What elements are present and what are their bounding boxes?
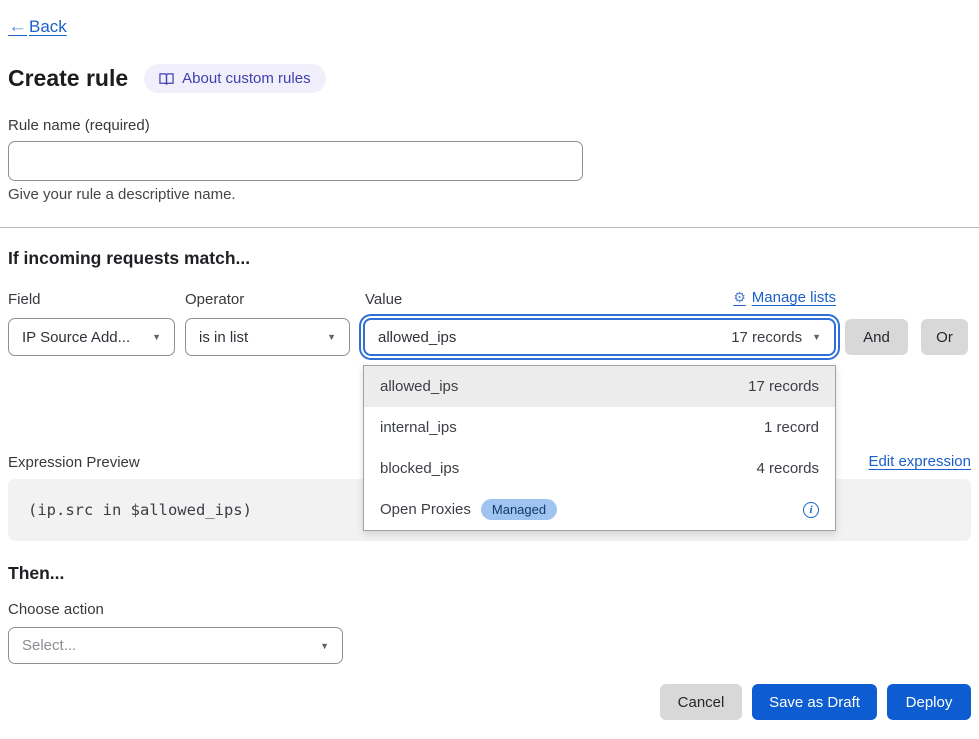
back-link[interactable]: ← Back [8,16,67,38]
list-item[interactable]: allowed_ips 17 records [364,366,835,407]
list-item[interactable]: blocked_ips 4 records [364,448,835,489]
managed-badge: Managed [481,499,557,520]
save-as-draft-button[interactable]: Save as Draft [752,684,877,720]
value-select[interactable]: allowed_ips 17 records ▼ [363,318,836,356]
create-rule-page: ← Back Create rule About custom rules Ru… [0,0,979,739]
edit-expression-link[interactable]: Edit expression [868,453,971,470]
cancel-button[interactable]: Cancel [660,684,742,720]
back-arrow-icon: ← [8,16,27,38]
list-item-meta: 1 record [764,419,819,436]
and-button[interactable]: And [845,319,908,355]
section-divider [0,227,979,228]
value-select-meta: 17 records [731,329,802,346]
about-custom-rules-link[interactable]: About custom rules [144,64,325,93]
action-select-placeholder: Select... [22,637,76,654]
value-label: Value [365,291,402,308]
list-item-name: internal_ips [380,419,457,436]
rule-name-input[interactable] [8,141,583,181]
list-item-meta: 4 records [756,460,819,477]
field-select[interactable]: IP Source Add... ▼ [8,318,175,356]
list-item-meta: i [803,502,819,518]
field-select-value: IP Source Add... [22,329,130,346]
then-section-heading: Then... [8,563,64,584]
title-row: Create rule About custom rules [8,64,326,93]
list-item[interactable]: Open ProxiesManaged i [364,489,835,530]
list-item-meta: 17 records [748,378,819,395]
match-section-heading: If incoming requests match... [8,248,250,269]
expression-code: (ip.src in $allowed_ips) [8,501,252,519]
page-title: Create rule [8,65,128,92]
or-button[interactable]: Or [921,319,968,355]
operator-label: Operator [185,291,244,308]
list-item-name: allowed_ips [380,378,458,395]
value-select-value: allowed_ips [378,329,456,346]
choose-action-label: Choose action [8,601,104,618]
info-icon[interactable]: i [803,502,819,518]
manage-lists-link[interactable]: ⚙ Manage lists [733,289,836,306]
action-select[interactable]: Select... ▼ [8,627,343,664]
chevron-down-icon: ▼ [327,332,336,342]
field-label: Field [8,291,41,308]
deploy-button[interactable]: Deploy [887,684,971,720]
expression-preview-label: Expression Preview [8,454,140,471]
operator-select[interactable]: is in list ▼ [185,318,350,356]
list-item-name: blocked_ips [380,460,459,477]
gear-icon: ⚙ [733,289,746,306]
chevron-down-icon: ▼ [812,332,821,342]
about-custom-rules-label: About custom rules [182,70,310,87]
chevron-down-icon: ▼ [320,641,329,651]
back-label: Back [29,17,67,37]
rule-name-helper: Give your rule a descriptive name. [8,186,236,203]
book-icon [159,72,174,86]
rule-name-label: Rule name (required) [8,117,150,134]
chevron-down-icon: ▼ [152,332,161,342]
operator-select-value: is in list [199,329,248,346]
list-panel: allowed_ips 17 records internal_ips 1 recor… [363,365,836,531]
list-item[interactable]: internal_ips 1 record [364,407,835,448]
list-item-name: Open ProxiesManaged [380,499,557,520]
manage-lists-label: Manage lists [752,289,836,306]
